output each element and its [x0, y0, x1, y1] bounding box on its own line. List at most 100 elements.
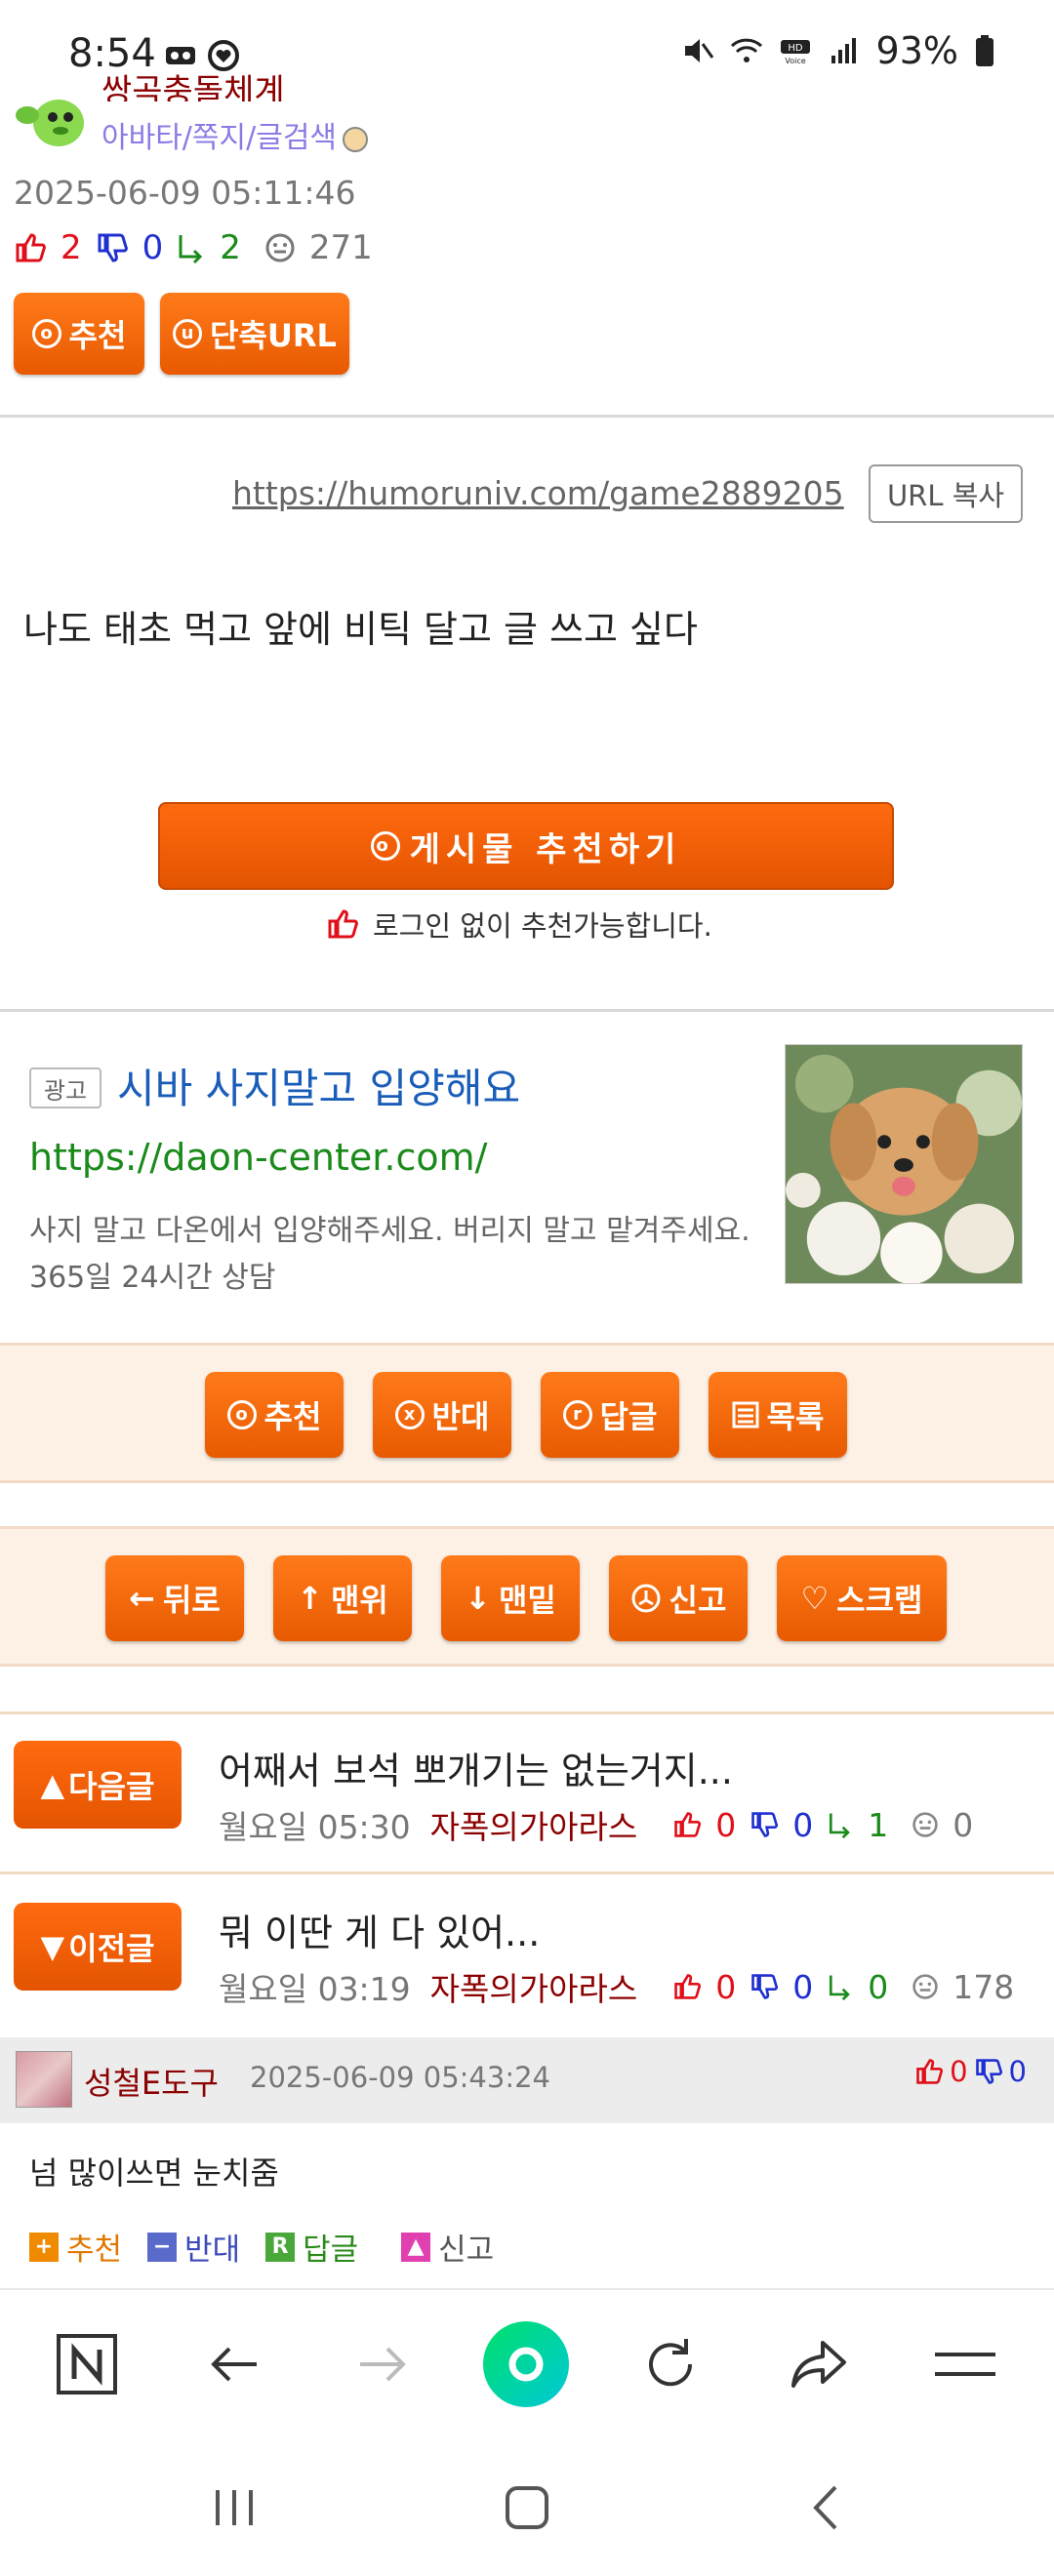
- divider: [0, 1009, 1054, 1012]
- post-short-url[interactable]: https://humoruniv.com/game2889205: [232, 474, 844, 512]
- home-button[interactable]: [488, 2469, 566, 2547]
- thumbs-down-icon: [98, 233, 128, 262]
- prev-post-views: 178: [953, 1967, 1015, 2006]
- arrow-down-icon: ↓: [465, 1580, 491, 1617]
- comment-recommend-button[interactable]: + 추천: [29, 2225, 122, 2269]
- oppose-circle-icon: x: [394, 1400, 425, 1429]
- comment-down: 0: [1008, 2055, 1027, 2088]
- reply-circle-icon: r: [562, 1400, 592, 1429]
- recommend-post-button[interactable]: o 게시물 추천하기: [158, 802, 894, 890]
- ad-description[interactable]: 사지 말고 다온에서 입양해주세요. 버리지 말고 맡겨주세요. 365일 24…: [29, 1208, 771, 1302]
- comment-reply-button[interactable]: R 답글: [265, 2225, 358, 2269]
- next-post-up: 0: [715, 1805, 737, 1844]
- next-post-down: 0: [792, 1805, 814, 1844]
- list-icon: [732, 1401, 759, 1429]
- login-note: 로그인 없이 추천가능합니다.: [326, 904, 712, 945]
- menu-icon: [935, 2353, 995, 2376]
- thumbs-up-icon: [328, 909, 358, 939]
- reply-button[interactable]: r 답글: [541, 1372, 679, 1458]
- forward-nav-button[interactable]: [338, 2320, 426, 2408]
- reply-icon: [830, 1813, 851, 1839]
- oppose-button[interactable]: x 반대: [373, 1372, 511, 1458]
- ad-title[interactable]: 시바 사지말고 입양해요: [117, 1056, 520, 1115]
- top-label: 맨위: [330, 1582, 388, 1619]
- reply-label: 답글: [599, 1398, 658, 1435]
- recommend-circle-icon: o: [226, 1400, 257, 1429]
- views-icon: [265, 233, 295, 262]
- prev-post-meta: 월요일 03:19 자폭의가아라스 0 0 0 178: [219, 1963, 1014, 2010]
- back-icon: [211, 2347, 257, 2382]
- comment-author[interactable]: 성철E도구: [84, 2059, 219, 2104]
- ad-puppy-image[interactable]: [785, 1044, 1023, 1284]
- short-url-button[interactable]: u 단축URL: [160, 293, 349, 375]
- ad-url[interactable]: https://daon-center.com/: [29, 1136, 487, 1179]
- arrow-left-icon: ←: [129, 1580, 155, 1617]
- back-button[interactable]: ← 뒤로: [105, 1555, 244, 1641]
- svg-text:HD: HD: [788, 43, 803, 54]
- prev-post-author[interactable]: 자폭의가아라스: [430, 1963, 638, 2010]
- post-body: 나도 태초 먹고 앞에 비틱 달고 글 쓰고 싶다: [23, 608, 698, 651]
- comment-report-button[interactable]: ▲ 신고: [401, 2225, 494, 2269]
- share-button[interactable]: [775, 2320, 863, 2408]
- report-button[interactable]: 신고: [609, 1555, 748, 1641]
- next-post-button[interactable]: ▲ 다음글: [14, 1741, 182, 1829]
- bottom-label: 맨밑: [498, 1582, 556, 1619]
- refresh-button[interactable]: [627, 2320, 714, 2408]
- recents-button[interactable]: [195, 2469, 273, 2547]
- recommend-label: 추천: [264, 1398, 322, 1435]
- prev-post-title[interactable]: 뭐 이딴 게 다 있어...: [219, 1903, 540, 1956]
- comment-up: 0: [950, 2055, 968, 2088]
- list-button[interactable]: 목록: [709, 1372, 847, 1458]
- share-icon: [791, 2341, 846, 2388]
- report-label: 신고: [669, 1582, 727, 1619]
- recommend-post-circle-icon: o: [370, 831, 400, 861]
- recommend-button[interactable]: o 추천: [205, 1372, 344, 1458]
- home-circle-icon: [483, 2321, 569, 2407]
- short-url-label: 단축URL: [210, 317, 337, 354]
- prev-post-button[interactable]: ▼ 이전글: [14, 1903, 182, 1991]
- battery-percent: 93%: [875, 29, 958, 72]
- heart-icon: ♡: [800, 1580, 830, 1617]
- copy-url-button[interactable]: URL 복사: [869, 464, 1023, 523]
- post-date: 2025-06-09 05:11:46: [14, 174, 356, 212]
- comment-recommend-label: 추천: [66, 2233, 123, 2268]
- divider: [0, 1711, 1054, 1714]
- post-view-count: 271: [308, 228, 373, 267]
- list-label: 목록: [766, 1398, 825, 1435]
- n-logo-button[interactable]: [43, 2320, 131, 2408]
- home-circle-button[interactable]: [482, 2320, 570, 2408]
- recommend-post-label: 게시물 추천하기: [409, 829, 682, 869]
- system-back-button[interactable]: [787, 2469, 865, 2547]
- prev-post-replies: 0: [868, 1967, 889, 2006]
- hd-voice-icon: HD Voice: [780, 40, 810, 65]
- menu-button[interactable]: [921, 2320, 1009, 2408]
- post-stats: 2 0 2 271: [14, 228, 373, 267]
- triangle-down-icon: ▼: [40, 1928, 65, 1965]
- comment-avatar[interactable]: [16, 2051, 72, 2108]
- refresh-icon: [649, 2339, 693, 2387]
- next-post-replies: 1: [868, 1805, 889, 1844]
- scrap-button[interactable]: ♡ 스크랩: [777, 1555, 947, 1641]
- views-icon: [912, 1974, 938, 1999]
- recommend-label: 추천: [68, 317, 127, 354]
- report-icon: [631, 1584, 661, 1613]
- top-button[interactable]: ↑ 맨위: [273, 1555, 412, 1641]
- bottom-button[interactable]: ↓ 맨밑: [441, 1555, 580, 1641]
- next-post-views: 0: [953, 1805, 974, 1844]
- author-avatar[interactable]: [14, 86, 92, 150]
- author-links-text[interactable]: 아바타/쪽지/글검색: [101, 121, 337, 155]
- triangle-up-icon: ▲: [40, 1766, 65, 1803]
- back-nav-button[interactable]: [191, 2320, 279, 2408]
- comment-oppose-button[interactable]: − 반대: [147, 2225, 240, 2269]
- scrap-label: 스크랩: [836, 1582, 923, 1619]
- login-note-text: 로그인 없이 추천가능합니다.: [373, 909, 712, 943]
- mute-icon: [684, 39, 713, 62]
- next-post-title[interactable]: 어째서 보석 뽀개기는 없는거지...: [219, 1741, 733, 1794]
- next-post-author[interactable]: 자폭의가아라스: [430, 1801, 638, 1848]
- comment-date: 2025-06-09 05:43:24: [250, 2061, 550, 2094]
- recommend-button-top[interactable]: o 추천: [14, 293, 144, 375]
- svg-text:Voice: Voice: [785, 57, 805, 65]
- author-links[interactable]: 아바타/쪽지/글검색: [101, 113, 369, 156]
- prev-post-down: 0: [792, 1967, 814, 2006]
- author-name[interactable]: 쌍곡충돌체계: [101, 66, 285, 101]
